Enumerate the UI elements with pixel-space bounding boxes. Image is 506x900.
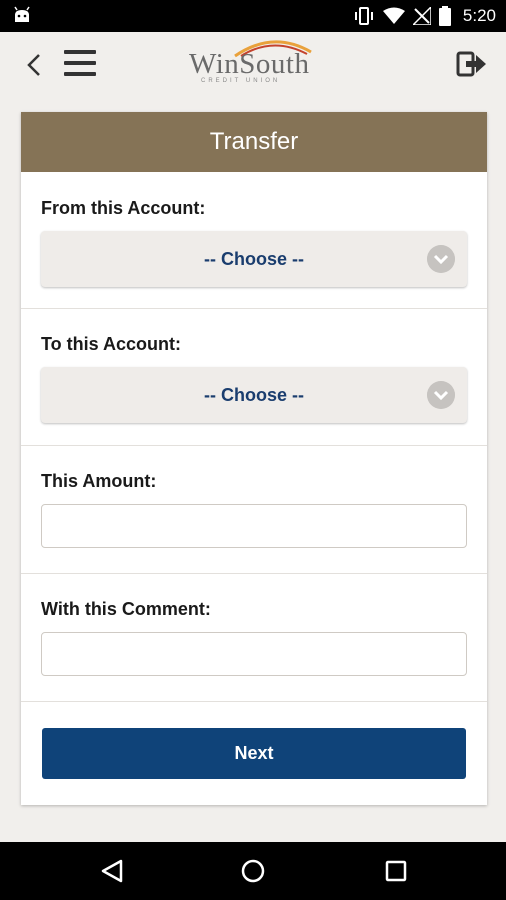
comment-label: With this Comment:	[41, 599, 211, 619]
chevron-down-icon	[427, 245, 455, 273]
navigation-bar	[0, 842, 506, 900]
amount-section: This Amount:	[21, 446, 487, 574]
logout-icon[interactable]	[456, 50, 488, 78]
vibrate-icon	[354, 7, 373, 25]
battery-icon	[438, 6, 451, 26]
comment-input[interactable]	[41, 632, 467, 676]
to-account-select[interactable]: -- Choose --	[41, 367, 467, 423]
no-signal-icon	[412, 7, 431, 25]
to-account-label: To this Account:	[41, 334, 181, 354]
logo-text: WinSouth	[189, 48, 310, 80]
app-bar: WinSouth CREDIT UNION	[0, 32, 506, 100]
menu-icon[interactable]	[64, 50, 96, 78]
transfer-card: Transfer From this Account: -- Choose --…	[21, 112, 487, 805]
amount-input[interactable]	[41, 504, 467, 548]
status-bar: 5:20	[0, 0, 506, 32]
nav-back-icon[interactable]	[97, 856, 127, 886]
from-account-value: -- Choose --	[204, 248, 304, 269]
from-account-select[interactable]: -- Choose --	[41, 231, 467, 287]
logo-subtext: CREDIT UNION	[201, 78, 281, 84]
nav-recents-icon[interactable]	[381, 856, 411, 886]
next-button[interactable]: Next	[42, 728, 466, 779]
nav-home-icon[interactable]	[238, 856, 268, 886]
back-icon[interactable]	[24, 52, 44, 78]
from-account-label: From this Account:	[41, 198, 206, 218]
to-account-value: -- Choose --	[204, 384, 304, 405]
logo: WinSouth CREDIT UNION	[183, 34, 323, 94]
wifi-icon	[382, 7, 405, 24]
clock: 5:20	[462, 6, 496, 25]
transfer-title: Transfer	[21, 112, 487, 172]
chevron-down-icon	[427, 381, 455, 409]
comment-section: With this Comment:	[21, 574, 487, 702]
amount-label: This Amount:	[41, 471, 157, 491]
from-account-section: From this Account: -- Choose --	[21, 172, 487, 309]
android-debug-icon	[14, 6, 30, 22]
to-account-section: To this Account: -- Choose --	[21, 309, 487, 446]
